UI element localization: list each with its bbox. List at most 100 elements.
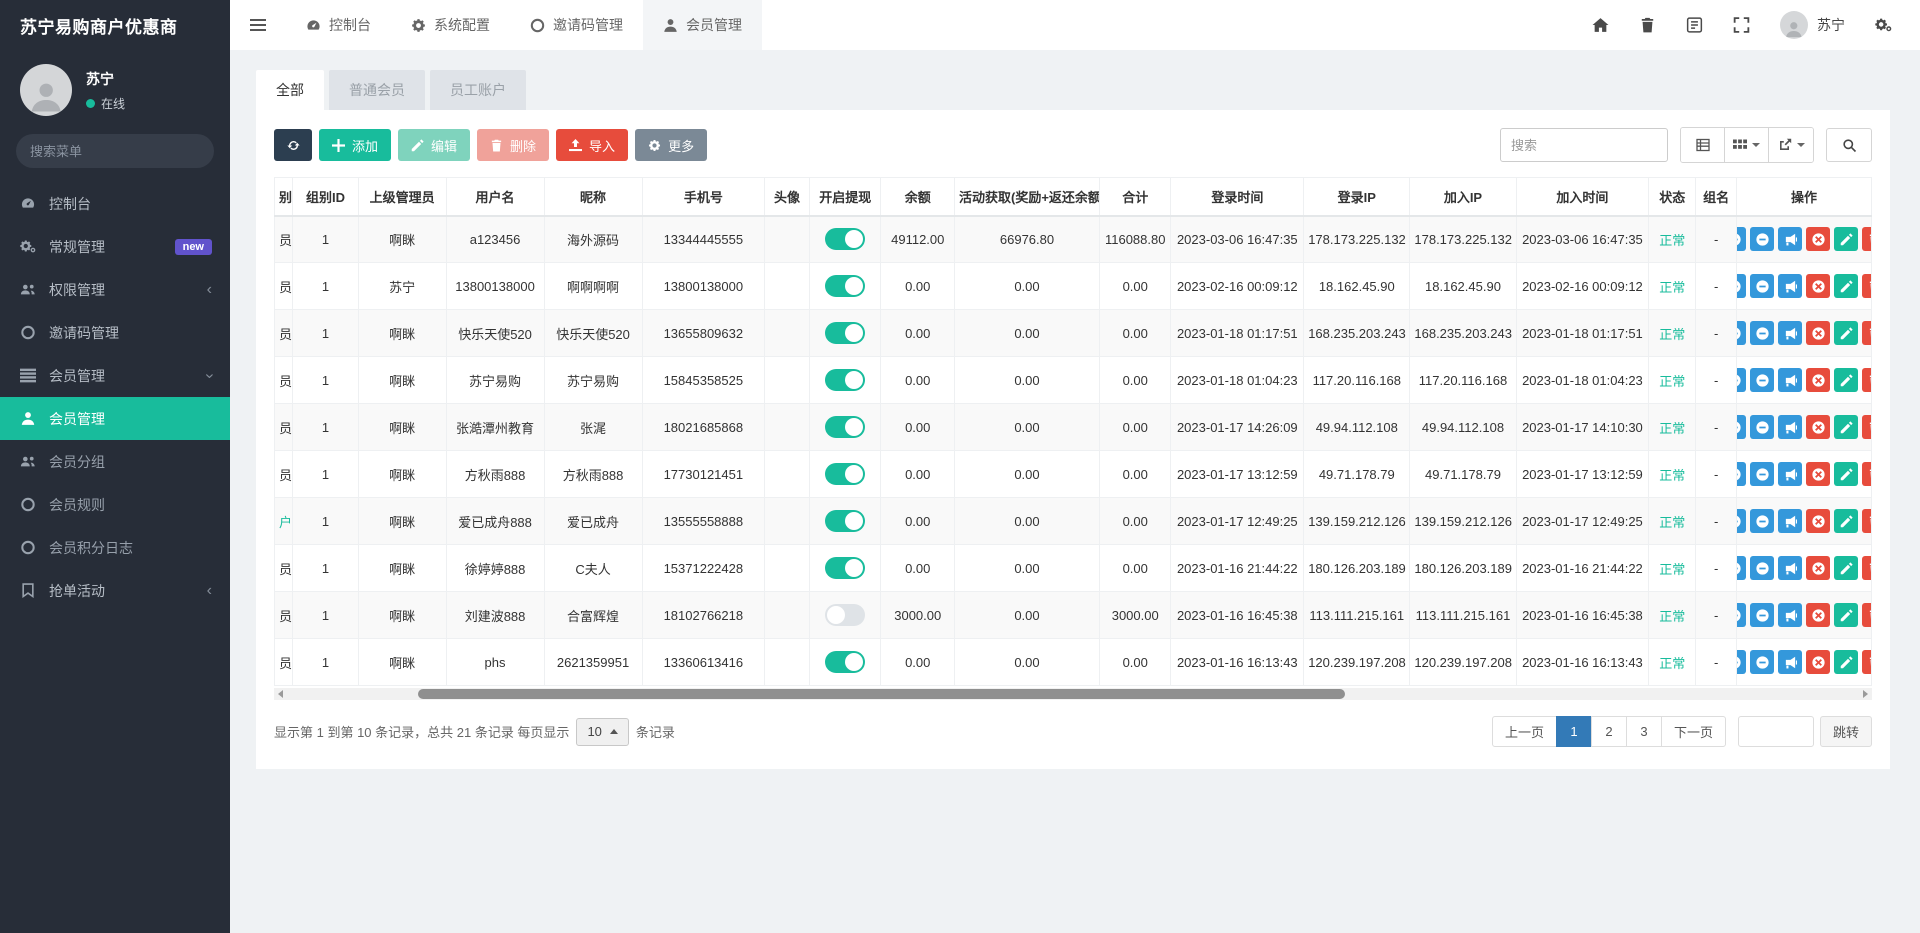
- sidebar-item-会员管理[interactable]: 会员管理‹: [0, 354, 230, 397]
- deduct-button[interactable]: [1750, 368, 1774, 392]
- fullscreen-icon[interactable]: [1733, 17, 1750, 33]
- topbar-tab-会员管理[interactable]: 会员管理: [643, 0, 762, 50]
- detail-view-icon[interactable]: [1681, 128, 1725, 162]
- sidebar-search[interactable]: [16, 134, 214, 168]
- push-button[interactable]: [1778, 368, 1802, 392]
- delete-row-button[interactable]: [1862, 227, 1871, 251]
- deduct-button[interactable]: [1750, 415, 1774, 439]
- delete-row-button[interactable]: [1862, 603, 1871, 627]
- edit-row-button[interactable]: [1834, 509, 1858, 533]
- withdraw-toggle[interactable]: [825, 651, 865, 673]
- topbar-tab-控制台[interactable]: 控制台: [286, 0, 391, 50]
- ban-button[interactable]: [1806, 462, 1830, 486]
- ban-button[interactable]: [1806, 603, 1830, 627]
- jump-page-input[interactable]: [1738, 716, 1814, 747]
- topbar-user[interactable]: 苏宁: [1780, 11, 1845, 39]
- ban-button[interactable]: [1806, 227, 1830, 251]
- ban-button[interactable]: [1806, 415, 1830, 439]
- withdraw-toggle[interactable]: [825, 463, 865, 485]
- scrollbar-thumb[interactable]: [418, 689, 1345, 699]
- scroll-left-icon[interactable]: [278, 690, 283, 698]
- per-page-select[interactable]: 10: [576, 718, 628, 746]
- sidebar-item-会员积分日志[interactable]: 会员积分日志: [0, 526, 230, 569]
- push-button[interactable]: [1778, 274, 1802, 298]
- deduct-button[interactable]: [1750, 227, 1774, 251]
- tab-员工账户[interactable]: 员工账户: [430, 70, 526, 110]
- delete-button[interactable]: 删除: [477, 129, 549, 161]
- edit-row-button[interactable]: [1834, 274, 1858, 298]
- withdraw-toggle[interactable]: [825, 322, 865, 344]
- deduct-button[interactable]: [1750, 650, 1774, 674]
- push-button[interactable]: [1778, 556, 1802, 580]
- ban-button[interactable]: [1806, 321, 1830, 345]
- recharge-button[interactable]: [1737, 603, 1746, 627]
- topbar-tab-系统配置[interactable]: 系统配置: [391, 0, 510, 50]
- withdraw-toggle[interactable]: [825, 416, 865, 438]
- more-button[interactable]: 更多: [635, 129, 707, 161]
- sidebar-item-权限管理[interactable]: 权限管理‹: [0, 268, 230, 311]
- delete-row-button[interactable]: [1862, 462, 1871, 486]
- withdraw-toggle[interactable]: [825, 275, 865, 297]
- wiki-icon[interactable]: [1686, 17, 1703, 33]
- prev-page-button[interactable]: 上一页: [1492, 716, 1557, 747]
- withdraw-toggle[interactable]: [825, 369, 865, 391]
- delete-row-button[interactable]: [1862, 650, 1871, 674]
- delete-row-button[interactable]: [1862, 321, 1871, 345]
- avatar[interactable]: [20, 64, 72, 116]
- tab-普通会员[interactable]: 普通会员: [329, 70, 425, 110]
- deduct-button[interactable]: [1750, 556, 1774, 580]
- edit-row-button[interactable]: [1834, 227, 1858, 251]
- edit-row-button[interactable]: [1834, 321, 1858, 345]
- sidebar-item-会员管理[interactable]: 会员管理: [0, 397, 230, 440]
- edit-row-button[interactable]: [1834, 368, 1858, 392]
- push-button[interactable]: [1778, 227, 1802, 251]
- withdraw-toggle[interactable]: [825, 604, 865, 626]
- recharge-button[interactable]: [1737, 227, 1746, 251]
- export-icon[interactable]: [1769, 128, 1813, 162]
- sidebar-item-抢单活动[interactable]: 抢单活动‹: [0, 569, 230, 612]
- deduct-button[interactable]: [1750, 462, 1774, 486]
- ban-button[interactable]: [1806, 368, 1830, 392]
- delete-row-button[interactable]: [1862, 274, 1871, 298]
- table-search-input[interactable]: [1500, 128, 1668, 162]
- withdraw-toggle[interactable]: [825, 510, 865, 532]
- trash-icon[interactable]: [1639, 17, 1656, 33]
- push-button[interactable]: [1778, 415, 1802, 439]
- gears-icon[interactable]: [1875, 17, 1892, 33]
- ban-button[interactable]: [1806, 650, 1830, 674]
- deduct-button[interactable]: [1750, 603, 1774, 627]
- horizontal-scrollbar[interactable]: [274, 688, 1872, 700]
- deduct-button[interactable]: [1750, 509, 1774, 533]
- recharge-button[interactable]: [1737, 415, 1746, 439]
- recharge-button[interactable]: [1737, 274, 1746, 298]
- delete-row-button[interactable]: [1862, 368, 1871, 392]
- refresh-button[interactable]: [274, 129, 312, 161]
- recharge-button[interactable]: [1737, 462, 1746, 486]
- add-button[interactable]: 添加: [319, 129, 391, 161]
- sidebar-toggle-icon[interactable]: [230, 0, 286, 50]
- push-button[interactable]: [1778, 650, 1802, 674]
- push-button[interactable]: [1778, 603, 1802, 627]
- edit-row-button[interactable]: [1834, 462, 1858, 486]
- page-button-2[interactable]: 2: [1591, 716, 1627, 747]
- page-button-3[interactable]: 3: [1626, 716, 1662, 747]
- page-button-1[interactable]: 1: [1556, 716, 1592, 747]
- edit-row-button[interactable]: [1834, 556, 1858, 580]
- deduct-button[interactable]: [1750, 321, 1774, 345]
- sidebar-search-input[interactable]: [30, 144, 206, 159]
- delete-row-button[interactable]: [1862, 415, 1871, 439]
- next-page-button[interactable]: 下一页: [1661, 716, 1726, 747]
- tab-全部[interactable]: 全部: [256, 70, 324, 110]
- sidebar-item-邀请码管理[interactable]: 邀请码管理: [0, 311, 230, 354]
- edit-button[interactable]: 编辑: [398, 129, 470, 161]
- delete-row-button[interactable]: [1862, 509, 1871, 533]
- search-button[interactable]: [1826, 128, 1872, 162]
- scroll-right-icon[interactable]: [1863, 690, 1868, 698]
- sidebar-item-会员分组[interactable]: 会员分组: [0, 440, 230, 483]
- recharge-button[interactable]: [1737, 509, 1746, 533]
- edit-row-button[interactable]: [1834, 603, 1858, 627]
- withdraw-toggle[interactable]: [825, 228, 865, 250]
- sidebar-item-会员规则[interactable]: 会员规则: [0, 483, 230, 526]
- columns-icon[interactable]: [1725, 128, 1769, 162]
- edit-row-button[interactable]: [1834, 415, 1858, 439]
